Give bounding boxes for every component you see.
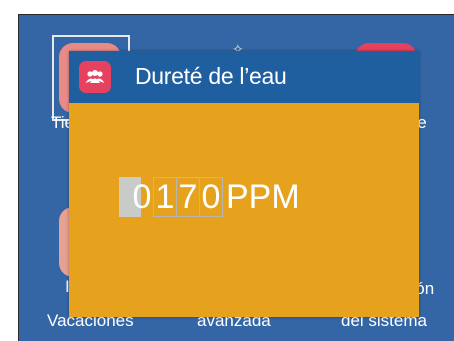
digit-1[interactable]: 0 — [130, 177, 154, 217]
digit-3[interactable]: 7 — [176, 177, 200, 217]
digit-4[interactable]: 0 — [199, 177, 223, 217]
unit-label: PPM — [226, 178, 300, 216]
dialog-title: Dureté de l’eau — [135, 63, 287, 89]
digit-2[interactable]: 1 — [153, 177, 177, 217]
settings-screen: ✧ Tie De la I ción Vacaciones avanzada d… — [18, 14, 454, 341]
dialog-header: Dureté de l’eau — [69, 51, 419, 103]
group-icon — [79, 61, 111, 93]
hardness-value-input[interactable]: 0 1 7 0 PPM — [119, 177, 300, 217]
water-hardness-dialog: Dureté de l’eau 0 1 7 0 PPM — [69, 51, 419, 317]
